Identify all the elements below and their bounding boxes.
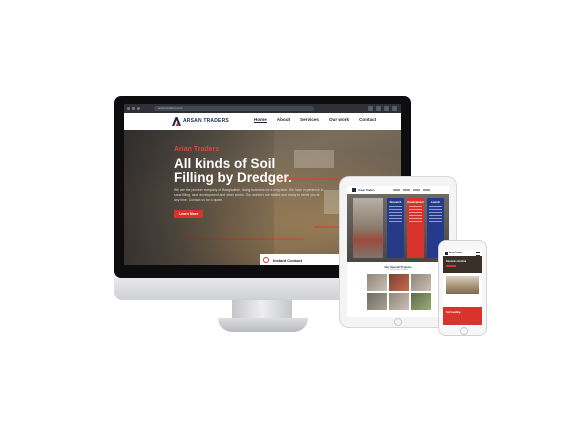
nav-item-contact[interactable]: Contact xyxy=(359,117,376,123)
hero-kicker: Arian Traders xyxy=(174,146,220,153)
tablet-hero-photo xyxy=(353,198,383,258)
tablet-column-title: Launch xyxy=(430,201,441,204)
address-bar[interactable]: arsan-traders.com xyxy=(154,106,314,111)
project-thumbnail[interactable] xyxy=(367,293,387,310)
browser-extension-icons[interactable] xyxy=(368,106,397,111)
phone-hero-button[interactable] xyxy=(446,265,456,267)
phone-hero-title: Services Arshna xyxy=(446,260,467,263)
phone-brand[interactable]: Arsan Traders xyxy=(449,252,462,254)
tablet-logo-icon[interactable] xyxy=(352,188,356,192)
main-nav: Home About Services Our work Contact xyxy=(254,117,376,123)
phone-screen: Arsan Traders Services Arshna Soil Landi… xyxy=(443,250,482,325)
project-thumbnail[interactable] xyxy=(411,293,431,310)
phone-logo-icon[interactable] xyxy=(445,251,448,255)
project-thumbnail[interactable] xyxy=(389,293,409,310)
tablet-hero: Research Development Launch xyxy=(347,194,449,262)
browser-toolbar: arsan-traders.com xyxy=(124,104,401,113)
tablet-section-subtitle: Check these Projects xyxy=(387,269,409,271)
imac-stand-neck xyxy=(232,300,292,318)
nav-item-our-work[interactable]: Our work xyxy=(329,117,349,123)
phone-red-section-label: Soil Landing xyxy=(446,311,461,314)
site-header: ARSAN TRADERS Home About Services Our wo… xyxy=(124,113,401,130)
project-thumbnail[interactable] xyxy=(367,274,387,291)
brand-logo-icon[interactable] xyxy=(172,117,181,126)
window-controls[interactable] xyxy=(127,107,140,110)
tablet-home-button xyxy=(394,318,402,326)
tablet-brand[interactable]: Arsan Traders xyxy=(358,189,375,192)
hero-paragraph: We are the pioneer company of Bangladesh… xyxy=(174,188,324,202)
tablet-nav[interactable] xyxy=(393,188,430,191)
project-thumbnail[interactable] xyxy=(389,274,409,291)
tablet-projects-section: Our Special Projects Check these Project… xyxy=(347,262,449,317)
tablet-column-research[interactable]: Research xyxy=(387,198,404,258)
hero-title: All kinds of Soil Filling by Dredger. xyxy=(174,156,292,185)
tablet-screen: Arsan Traders Research Development Launc… xyxy=(347,186,449,317)
nav-item-about[interactable]: About xyxy=(277,117,290,123)
project-thumbnail[interactable] xyxy=(411,274,431,291)
tablet-column-development[interactable]: Development xyxy=(407,198,424,258)
phone-hero: Services Arshna xyxy=(443,256,482,273)
instant-contact-label: Instant Contact xyxy=(273,258,303,263)
tablet-column-title: Research xyxy=(389,201,402,204)
imac-stand-foot xyxy=(218,318,308,332)
tablet-column-title: Development xyxy=(407,201,424,204)
nav-item-home[interactable]: Home xyxy=(254,117,267,123)
instant-contact-card[interactable]: Instant Contact xyxy=(260,254,342,265)
phone-content-image xyxy=(446,276,479,294)
phone-red-section: Soil Landing xyxy=(443,307,482,325)
phone-icon xyxy=(263,257,269,263)
brand-name[interactable]: ARSAN TRADERS xyxy=(183,118,229,124)
phone-home-button xyxy=(460,327,468,335)
nav-item-services[interactable]: Services xyxy=(300,117,319,123)
learn-more-button[interactable]: Learn More xyxy=(174,210,204,218)
tablet-project-gallery xyxy=(367,274,431,310)
